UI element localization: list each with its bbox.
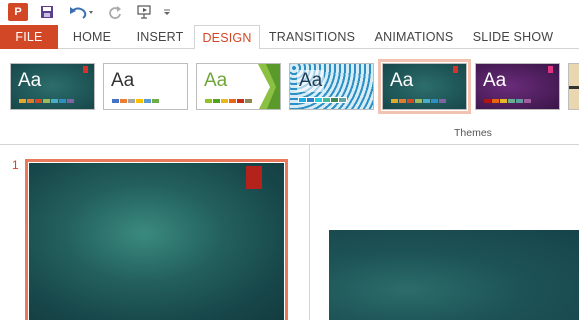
themes-group-label: Themes [454,127,492,139]
theme-decoration [569,86,579,89]
theme-decoration [258,64,280,109]
slide-accent-tag [246,166,262,189]
design-ribbon: Aa Aa Aa Aa Aa Aa Themes [0,49,579,145]
tab-home[interactable]: HOME [58,25,126,49]
theme-sample-text: Aa [18,70,42,91]
theme-thumbnail[interactable]: Aa [196,63,281,110]
powerpoint-window: P FILE HOME INSERT DESIGN TRANSITIONS AN… [0,0,579,320]
theme-color-swatches [298,97,347,103]
tab-slide-show[interactable]: SLIDE SHOW [464,25,562,49]
theme-color-swatches [484,99,531,103]
tab-design[interactable]: DESIGN [194,25,260,50]
ribbon-tabs: FILE HOME INSERT DESIGN TRANSITIONS ANIM… [0,25,579,50]
theme-accent-tag [453,66,458,73]
theme-thumbnail[interactable]: Aa [10,63,95,110]
start-from-beginning-icon[interactable] [134,3,156,21]
theme-color-swatches [205,99,252,103]
slide-canvas[interactable] [329,230,579,320]
tab-transitions[interactable]: TRANSITIONS [260,25,364,49]
theme-color-swatches [391,99,446,103]
undo-icon[interactable] [66,3,96,21]
powerpoint-logo[interactable]: P [8,3,28,21]
theme-color-swatches [19,99,74,103]
tab-file[interactable]: FILE [0,25,58,49]
tab-insert[interactable]: INSERT [126,25,194,49]
save-icon[interactable] [38,3,56,21]
theme-color-swatches [112,99,159,103]
logo-letter: P [14,6,22,18]
slide-thumbnail-pane: 1 [0,145,310,320]
slide-number: 1 [12,158,19,172]
theme-sample-text: Aa [390,70,414,91]
slide-editing-pane [311,145,579,320]
theme-thumbnail[interactable]: Aa [103,63,188,110]
theme-sample-text: Aa [204,70,228,91]
customize-qat-icon[interactable] [160,3,174,21]
theme-thumbnail[interactable]: Aa [475,63,560,110]
tab-animations[interactable]: ANIMATIONS [364,25,464,49]
theme-sample-text: Aa [483,70,507,91]
theme-sample-text: Aa [297,70,325,92]
theme-accent-tag [83,66,88,73]
theme-thumbnail[interactable]: Aa [289,63,374,110]
quick-access-toolbar: P [0,0,579,24]
theme-accent-tag [548,66,553,73]
slide-thumbnail-preview [29,163,284,320]
redo-icon[interactable] [106,3,124,21]
theme-sample-text: Aa [111,70,135,91]
slide-thumbnail[interactable] [25,159,288,320]
theme-thumbnail-selected[interactable]: Aa [378,59,471,114]
theme-thumbnail-partial[interactable] [568,63,579,110]
